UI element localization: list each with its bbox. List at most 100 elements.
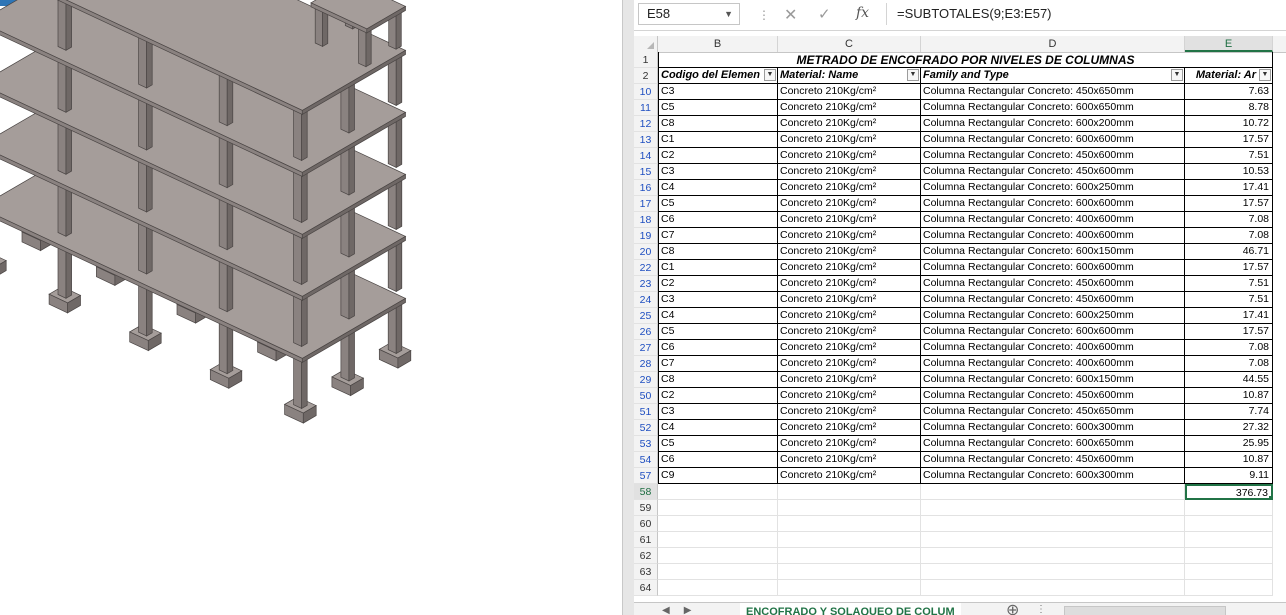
- cell-code[interactable]: C3: [658, 164, 778, 180]
- cell-code[interactable]: C5: [658, 196, 778, 212]
- cell-code[interactable]: C3: [658, 404, 778, 420]
- cell-area[interactable]: 44.55: [1185, 372, 1273, 388]
- cell-code[interactable]: C8: [658, 244, 778, 260]
- cell-material[interactable]: Concreto 210Kg/cm²: [778, 100, 921, 116]
- revit-3d-view[interactable]: [0, 0, 622, 615]
- cell-area[interactable]: 17.41: [1185, 180, 1273, 196]
- cell-area[interactable]: 9.11: [1185, 468, 1273, 484]
- cell-area[interactable]: 7.08: [1185, 228, 1273, 244]
- cell-area[interactable]: 46.71: [1185, 244, 1273, 260]
- cell-area[interactable]: 10.87: [1185, 388, 1273, 404]
- cell-area[interactable]: 10.72: [1185, 116, 1273, 132]
- cell-area[interactable]: 7.74: [1185, 404, 1273, 420]
- cell-empty[interactable]: [921, 548, 1185, 564]
- cell-material[interactable]: Concreto 210Kg/cm²: [778, 244, 921, 260]
- cell-empty[interactable]: [658, 500, 778, 516]
- cell-area[interactable]: 17.57: [1185, 196, 1273, 212]
- cell-empty[interactable]: [778, 548, 921, 564]
- cell-material[interactable]: Concreto 210Kg/cm²: [778, 452, 921, 468]
- column-header-c[interactable]: C: [778, 36, 921, 52]
- cell-family[interactable]: Columna Rectangular Concreto: 600x600mm: [921, 196, 1185, 212]
- cell-code[interactable]: C9: [658, 468, 778, 484]
- row-number[interactable]: 25: [634, 308, 658, 324]
- cell-empty[interactable]: [658, 532, 778, 548]
- cell-family[interactable]: Columna Rectangular Concreto: 450x600mm: [921, 388, 1185, 404]
- filter-icon[interactable]: ▼: [1171, 69, 1183, 81]
- cell-empty[interactable]: [658, 484, 778, 500]
- formula-input[interactable]: =SUBTOTALES(9;E3:E57): [886, 3, 1286, 25]
- select-all-button[interactable]: [634, 36, 658, 52]
- cell-empty[interactable]: [658, 564, 778, 580]
- cell-code[interactable]: C2: [658, 148, 778, 164]
- row-number[interactable]: 59: [634, 500, 658, 516]
- column-header-cell[interactable]: Material: Name ▼: [778, 68, 921, 84]
- cell-code[interactable]: C7: [658, 356, 778, 372]
- cell-code[interactable]: C4: [658, 180, 778, 196]
- row-number[interactable]: 26: [634, 324, 658, 340]
- cell-area[interactable]: 17.41: [1185, 308, 1273, 324]
- cell-empty[interactable]: [1185, 564, 1273, 580]
- cell-family[interactable]: Columna Rectangular Concreto: 450x600mm: [921, 276, 1185, 292]
- row-number[interactable]: 58: [634, 484, 658, 500]
- row-number[interactable]: 22: [634, 260, 658, 276]
- cell-material[interactable]: Concreto 210Kg/cm²: [778, 468, 921, 484]
- cell-area[interactable]: 7.51: [1185, 276, 1273, 292]
- cell-material[interactable]: Concreto 210Kg/cm²: [778, 164, 921, 180]
- cell-family[interactable]: Columna Rectangular Concreto: 450x650mm: [921, 84, 1185, 100]
- chevron-down-icon[interactable]: ▼: [724, 4, 733, 24]
- cell-material[interactable]: Concreto 210Kg/cm²: [778, 212, 921, 228]
- cell-code[interactable]: C1: [658, 132, 778, 148]
- row-number[interactable]: 15: [634, 164, 658, 180]
- cell-material[interactable]: Concreto 210Kg/cm²: [778, 404, 921, 420]
- cancel-icon[interactable]: ✕: [784, 5, 797, 25]
- horizontal-scrollbar[interactable]: [1064, 606, 1226, 615]
- name-box[interactable]: E58 ▼: [638, 3, 740, 25]
- add-sheet-icon[interactable]: ⊕: [1006, 603, 1019, 615]
- cell-area[interactable]: 17.57: [1185, 260, 1273, 276]
- cell-material[interactable]: Concreto 210Kg/cm²: [778, 228, 921, 244]
- cell-code[interactable]: C7: [658, 228, 778, 244]
- tab-menu-icon[interactable]: ⋮: [1036, 604, 1046, 615]
- cell-empty[interactable]: [921, 484, 1185, 500]
- cell-empty[interactable]: [778, 564, 921, 580]
- column-header-d[interactable]: D: [921, 36, 1185, 52]
- column-header-b[interactable]: B: [658, 36, 778, 52]
- row-number[interactable]: 19: [634, 228, 658, 244]
- sheet-title[interactable]: METRADO DE ENCOFRADO POR NIVELES DE COLU…: [658, 52, 1273, 68]
- cell-empty[interactable]: [1185, 548, 1273, 564]
- cell-family[interactable]: Columna Rectangular Concreto: 450x600mm: [921, 292, 1185, 308]
- cell-area[interactable]: 7.51: [1185, 148, 1273, 164]
- cell-empty[interactable]: [778, 484, 921, 500]
- sheet-nav-icons[interactable]: ◀▶: [662, 605, 705, 615]
- cell-empty[interactable]: [778, 580, 921, 596]
- cell-family[interactable]: Columna Rectangular Concreto: 600x300mm: [921, 468, 1185, 484]
- cell-material[interactable]: Concreto 210Kg/cm²: [778, 116, 921, 132]
- cell-empty[interactable]: [1185, 532, 1273, 548]
- cell-family[interactable]: Columna Rectangular Concreto: 400x600mm: [921, 212, 1185, 228]
- row-number[interactable]: 16: [634, 180, 658, 196]
- cell-empty[interactable]: [921, 532, 1185, 548]
- cell-family[interactable]: Columna Rectangular Concreto: 600x600mm: [921, 260, 1185, 276]
- cell-code[interactable]: C6: [658, 212, 778, 228]
- cell-material[interactable]: Concreto 210Kg/cm²: [778, 372, 921, 388]
- cell-code[interactable]: C2: [658, 388, 778, 404]
- cell-material[interactable]: Concreto 210Kg/cm²: [778, 436, 921, 452]
- row-number[interactable]: 51: [634, 404, 658, 420]
- row-number[interactable]: 20: [634, 244, 658, 260]
- column-header-cell[interactable]: Family and Type ▼: [921, 68, 1185, 84]
- cell-code[interactable]: C4: [658, 420, 778, 436]
- row-number[interactable]: 23: [634, 276, 658, 292]
- cell-code[interactable]: C4: [658, 308, 778, 324]
- cell-empty[interactable]: [778, 532, 921, 548]
- row-number[interactable]: 64: [634, 580, 658, 596]
- row-number[interactable]: 14: [634, 148, 658, 164]
- cell-material[interactable]: Concreto 210Kg/cm²: [778, 132, 921, 148]
- cell-material[interactable]: Concreto 210Kg/cm²: [778, 180, 921, 196]
- row-number[interactable]: 54: [634, 452, 658, 468]
- row-number[interactable]: 1: [634, 52, 658, 68]
- row-number[interactable]: 57: [634, 468, 658, 484]
- cell-material[interactable]: Concreto 210Kg/cm²: [778, 148, 921, 164]
- row-number[interactable]: 10: [634, 84, 658, 100]
- cell-area[interactable]: 17.57: [1185, 324, 1273, 340]
- cell-family[interactable]: Columna Rectangular Concreto: 600x250mm: [921, 308, 1185, 324]
